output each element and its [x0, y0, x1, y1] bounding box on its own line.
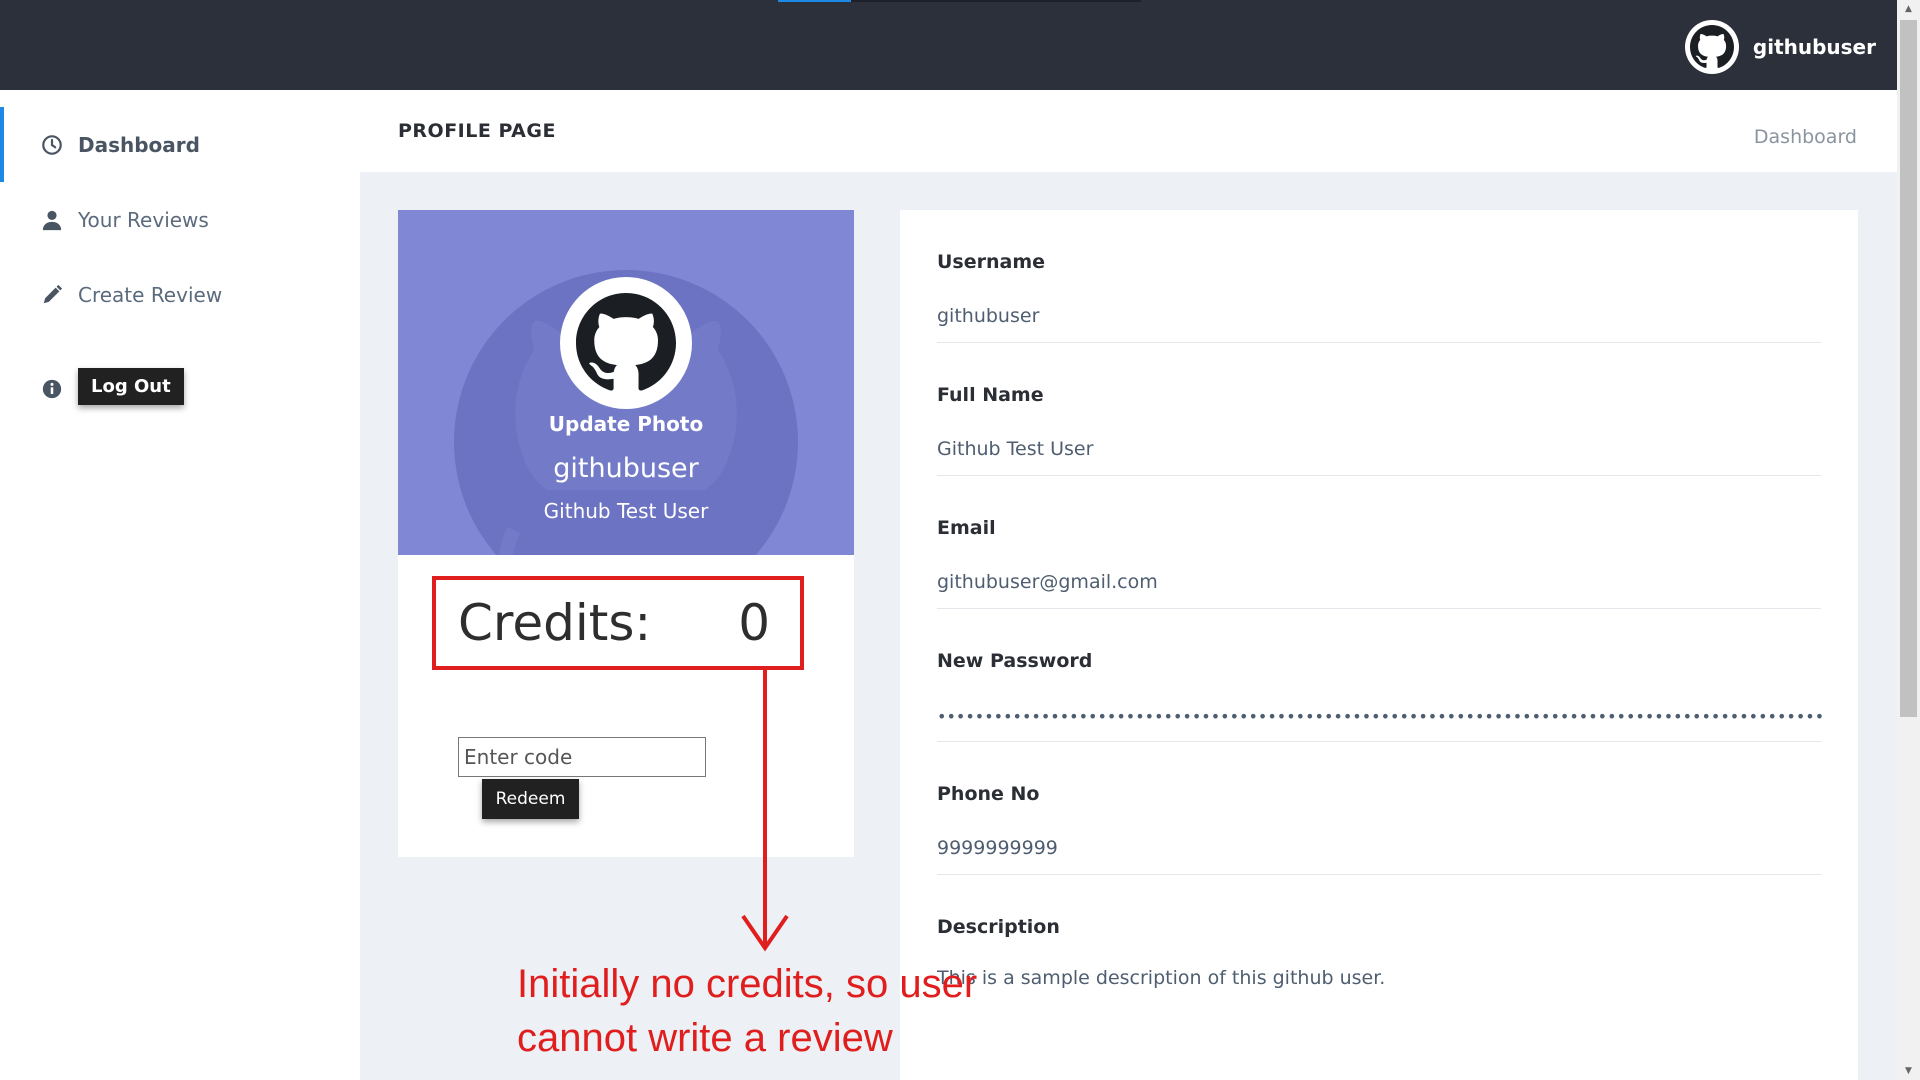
sidebar-item-your-reviews[interactable]: Your Reviews [0, 182, 360, 257]
user-menu[interactable]: githubuser [1684, 19, 1876, 75]
field-label: Phone No [937, 783, 1040, 805]
info-icon [40, 377, 64, 401]
field-phone: Phone No 9999999999 [937, 742, 1821, 875]
credits-value: 0 [738, 594, 770, 652]
clock-icon [40, 133, 64, 157]
logout-button[interactable]: Log Out [78, 368, 184, 405]
annotation-line-2: cannot write a review [517, 1016, 893, 1060]
redeem-button[interactable]: Redeem [482, 779, 579, 819]
progress-indicator [778, 0, 1141, 2]
username-value[interactable]: githubuser [937, 305, 1039, 327]
field-label: New Password [937, 650, 1093, 672]
logout-row: Log Out [40, 368, 184, 405]
sidebar-item-create-review[interactable]: Create Review [0, 257, 360, 332]
annotation-text: Initially no credits, so user cannot wri… [517, 957, 1077, 1065]
vertical-scrollbar[interactable]: ▲ ▼ [1897, 0, 1920, 1080]
password-value[interactable]: ••••••••••••••••••••••••••••••••••••••••… [937, 707, 1824, 726]
pencil-icon [40, 283, 64, 307]
github-avatar-icon [1684, 20, 1739, 74]
full-name-value[interactable]: Github Test User [937, 438, 1093, 460]
page-title: PROFILE PAGE [398, 120, 556, 142]
sidebar-item-label: Your Reviews [78, 207, 209, 232]
field-label: Full Name [937, 384, 1044, 406]
annotation-arrow-line [763, 668, 767, 949]
sidebar-item-label: Create Review [78, 282, 223, 307]
credits-label: Credits: [458, 594, 652, 652]
update-photo-link[interactable]: Update Photo [398, 412, 854, 436]
profile-banner: Update Photo githubuser Github Test User [398, 210, 854, 555]
sidebar-item-label: Dashboard [78, 132, 200, 157]
field-label: Description [937, 916, 1060, 938]
sidebar-item-dashboard[interactable]: Dashboard [0, 107, 360, 182]
navbar-username: githubuser [1752, 35, 1876, 59]
top-navbar: githubuser [0, 0, 1897, 90]
page-header: PROFILE PAGE Dashboard [360, 90, 1897, 172]
annotation-arrowhead-icon [741, 914, 789, 952]
profile-details-card: Username githubuser Full Name Github Tes… [900, 210, 1858, 1080]
profile-fullname: Github Test User [543, 499, 709, 523]
user-icon [40, 208, 64, 232]
field-username: Username githubuser [937, 210, 1821, 343]
redeem-code-input[interactable] [458, 737, 706, 777]
breadcrumb-dashboard[interactable]: Dashboard [1754, 126, 1857, 148]
sidebar: Dashboard Your Reviews Create Review Log… [0, 90, 360, 1080]
profile-username: githubuser [553, 453, 699, 484]
field-full-name: Full Name Github Test User [937, 343, 1821, 476]
scroll-up-icon[interactable]: ▲ [1897, 0, 1920, 18]
profile-card: Update Photo githubuser Github Test User… [398, 210, 854, 857]
field-label: Email [937, 517, 996, 539]
phone-value[interactable]: 9999999999 [937, 837, 1058, 859]
scroll-down-icon[interactable]: ▼ [1897, 1062, 1920, 1080]
email-value[interactable]: githubuser@gmail.com [937, 571, 1158, 593]
profile-avatar[interactable] [560, 277, 692, 409]
annotation-line-1: Initially no credits, so user [517, 962, 978, 1006]
scrollbar-thumb[interactable] [1900, 20, 1917, 717]
field-label: Username [937, 251, 1046, 273]
field-email: Email githubuser@gmail.com [937, 476, 1821, 609]
credits-highlight-box: Credits: 0 [432, 576, 804, 670]
field-new-password: New Password •••••••••••••••••••••••••••… [937, 609, 1824, 742]
